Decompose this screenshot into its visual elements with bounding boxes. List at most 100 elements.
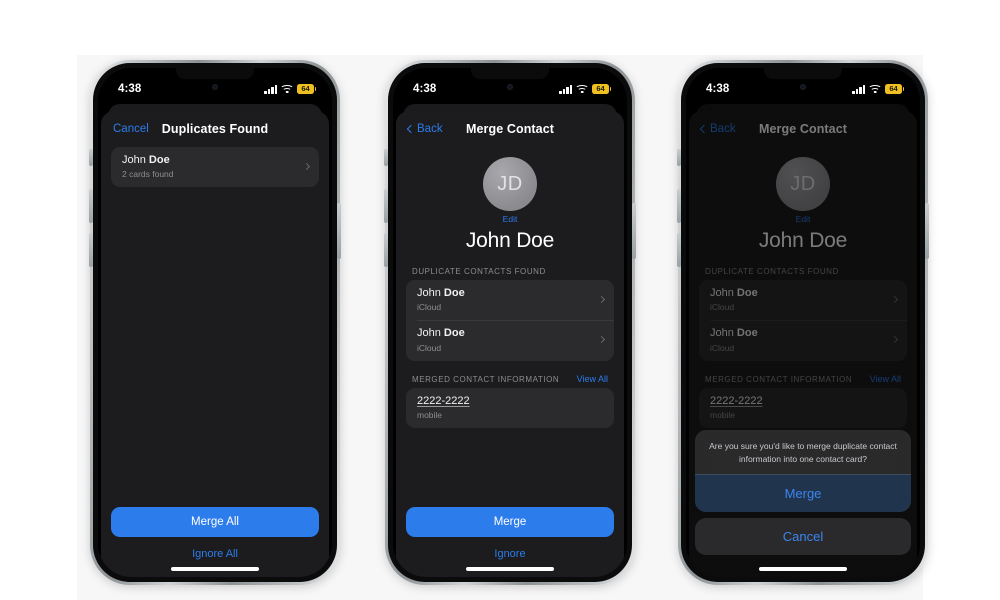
silent-switch[interactable]	[677, 149, 681, 166]
notch	[176, 68, 254, 79]
merge-button[interactable]: Merge	[406, 507, 614, 537]
contact-header: JD Edit	[406, 157, 614, 224]
silent-switch[interactable]	[384, 149, 388, 166]
duplicates-card: John Doe iCloud John Doe iCloud	[406, 280, 614, 361]
phone-mockup-duplicates-found: 4:38 64 Cancel Duplicates Found John Doe…	[89, 60, 341, 585]
wifi-icon	[576, 85, 588, 94]
volume-up-button[interactable]	[89, 189, 93, 223]
edit-avatar-button[interactable]: Edit	[406, 214, 614, 224]
phone-screen: 4:38 64 Back	[393, 68, 627, 577]
avatar[interactable]: JD	[483, 157, 537, 211]
front-camera-icon	[212, 84, 218, 90]
notch	[471, 68, 549, 79]
duplicates-card: John Doe 2 cards found	[111, 147, 319, 188]
modal-sheet: Back Merge Contact JD Edit John Doe DUPL…	[396, 111, 624, 577]
front-camera-icon	[800, 84, 806, 90]
power-button[interactable]	[632, 203, 636, 259]
section-title: MERGED CONTACT INFORMATION	[412, 374, 560, 384]
sheet-content: JD Edit John Doe DUPLICATE CONTACTS FOUN…	[396, 147, 624, 507]
confirm-merge-button[interactable]: Merge	[695, 474, 911, 512]
chevron-right-icon	[597, 296, 606, 304]
list-item-title: John Doe	[122, 154, 298, 168]
action-sheet-message: Are you sure you'd like to merge duplica…	[709, 441, 897, 464]
table-row[interactable]: John Doe iCloud	[406, 320, 614, 360]
contact-name: John Doe	[465, 229, 555, 252]
table-row[interactable]: John Doe iCloud	[406, 280, 614, 320]
contact-last-name: Doe	[443, 327, 465, 340]
battery-level-label: 64	[889, 84, 898, 94]
contact-first-name: John	[417, 287, 444, 299]
cancel-button[interactable]: Cancel	[113, 123, 149, 135]
cellular-signal-icon	[264, 84, 277, 94]
table-row-title: John Doe	[417, 287, 593, 301]
phone-screen: 4:38 64 Back	[686, 68, 920, 577]
duplicates-section-header: DUPLICATE CONTACTS FOUND	[406, 267, 614, 280]
contact-first-name: John	[122, 154, 149, 166]
battery-level-label: 64	[301, 84, 310, 94]
table-row-subtitle: iCloud	[417, 302, 442, 313]
table-row-text: John Doe iCloud	[417, 327, 593, 352]
phone-number-label: mobile	[417, 409, 443, 420]
volume-up-button[interactable]	[384, 189, 388, 223]
action-sheet-cancel-group: Cancel	[695, 518, 911, 555]
merge-all-button[interactable]: Merge All	[111, 507, 319, 537]
battery-low-power-icon: 64	[592, 83, 612, 95]
status-time: 4:38	[413, 83, 437, 95]
contact-first-name: John	[417, 327, 444, 340]
phone-screen: 4:38 64 Cancel Duplicates Found John Doe…	[98, 68, 332, 577]
ignore-all-button[interactable]: Ignore All	[111, 537, 319, 567]
back-button-label: Back	[417, 123, 443, 135]
phone-mockup-merge-confirmation: 4:38 64 Back	[677, 60, 929, 585]
table-row-text: 2222-2222 mobile	[417, 395, 604, 420]
phone-number-value[interactable]: 2222-2222	[417, 395, 604, 409]
contact-last-name: Doe	[443, 287, 465, 299]
table-row-title: John Doe	[417, 327, 593, 341]
wifi-icon	[869, 85, 881, 94]
action-sheet-group: Are you sure you'd like to merge duplica…	[695, 430, 911, 512]
phone-bezel: 4:38 64 Back	[384, 63, 636, 582]
silent-switch[interactable]	[89, 149, 93, 166]
phone-bezel: 4:38 64 Back	[677, 63, 929, 582]
table-row[interactable]: 2222-2222 mobile	[406, 388, 614, 428]
list-item-text: John Doe 2 cards found	[122, 154, 298, 179]
home-indicator[interactable]	[759, 567, 847, 571]
front-camera-icon	[507, 84, 513, 90]
status-indicators: 64	[852, 83, 905, 95]
home-indicator[interactable]	[466, 567, 554, 571]
volume-down-button[interactable]	[677, 233, 681, 267]
view-all-button[interactable]: View All	[577, 374, 608, 384]
volume-down-button[interactable]	[384, 233, 388, 267]
volume-down-button[interactable]	[89, 233, 93, 267]
ignore-button[interactable]: Ignore	[406, 537, 614, 567]
nav-bar: Back Merge Contact	[396, 111, 624, 147]
phone-mockup-merge-contact: 4:38 64 Back Merge Contact JD Edit John …	[384, 60, 636, 585]
modal-sheet: Cancel Duplicates Found John Doe 2 cards…	[101, 111, 329, 577]
notch	[764, 68, 842, 79]
back-button[interactable]: Back	[406, 123, 443, 135]
merge-confirmation-action-sheet: Are you sure you'd like to merge duplica…	[695, 430, 911, 555]
merged-section-header: MERGED CONTACT INFORMATION View All	[406, 374, 614, 388]
status-indicators: 64	[559, 83, 612, 95]
status-indicators: 64	[264, 83, 317, 95]
page-canvas: 4:38 64 Cancel Duplicates Found John Doe…	[0, 0, 1000, 600]
cellular-signal-icon	[559, 84, 572, 94]
table-row-subtitle: iCloud	[417, 342, 442, 353]
wifi-icon	[281, 85, 293, 94]
section-title: DUPLICATE CONTACTS FOUND	[412, 267, 546, 276]
cancel-button[interactable]: Cancel	[695, 518, 911, 555]
chevron-right-icon	[302, 163, 311, 171]
status-time: 4:38	[706, 83, 730, 95]
power-button[interactable]	[925, 203, 929, 259]
chevron-right-icon	[597, 336, 606, 344]
battery-low-power-icon: 64	[297, 83, 317, 95]
list-item[interactable]: John Doe 2 cards found	[111, 147, 319, 187]
battery-level-label: 64	[596, 84, 605, 94]
chevron-left-icon	[406, 124, 416, 134]
power-button[interactable]	[337, 203, 341, 259]
volume-up-button[interactable]	[677, 189, 681, 223]
nav-bar: Cancel Duplicates Found	[101, 111, 329, 147]
list-item-subtitle: 2 cards found	[122, 169, 174, 180]
status-time: 4:38	[118, 83, 142, 95]
home-indicator[interactable]	[171, 567, 259, 571]
